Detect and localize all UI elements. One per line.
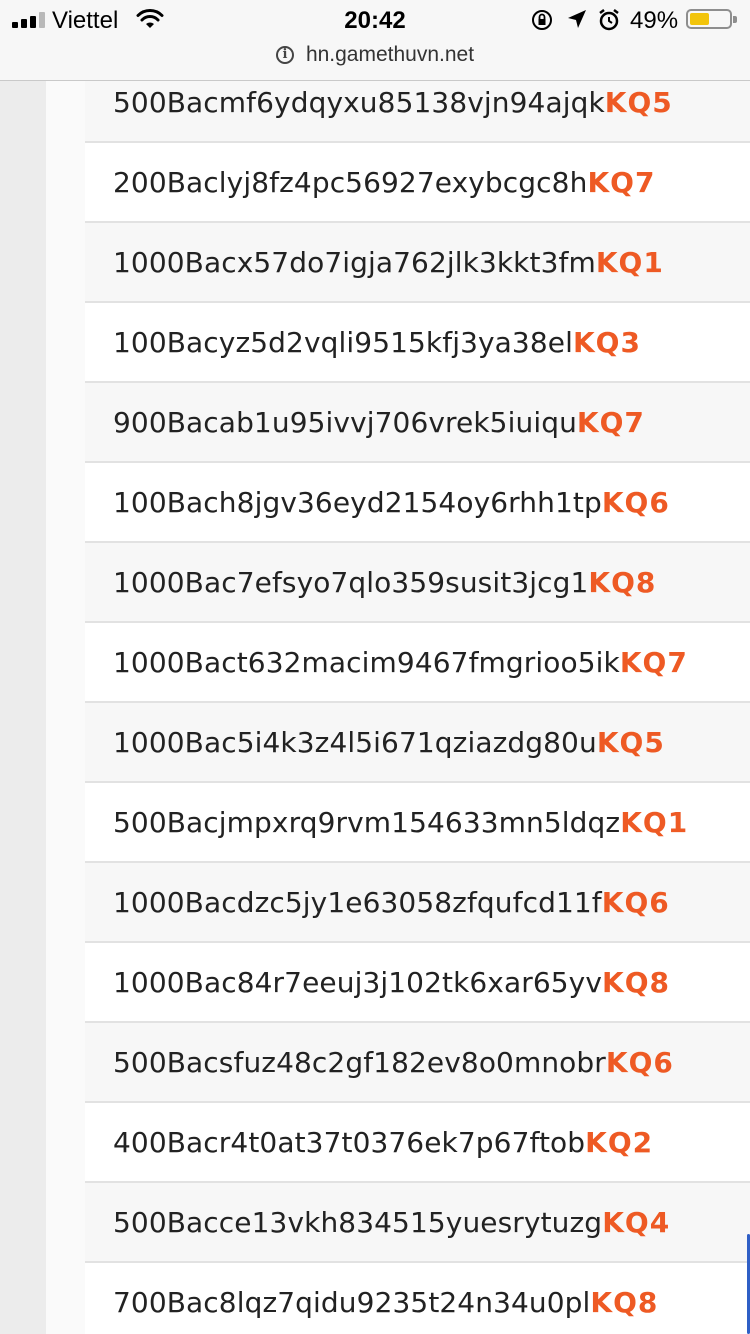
code-text: 100Bach8jgv36eyd2154oy6rhh1tp	[113, 485, 602, 519]
result-tag: KQ2	[585, 1125, 654, 1159]
list-item: 1000Bact632macim9467fmgrioo5ik KQ7	[85, 623, 750, 703]
result-tag: KQ4	[602, 1205, 671, 1239]
battery-icon	[686, 9, 737, 29]
list-item: 1000Bacx57do7igja762jlk3kkt3fm KQ1	[85, 223, 750, 303]
result-tag: KQ8	[588, 565, 657, 599]
result-tag: KQ7	[576, 405, 645, 439]
location-arrow-icon	[568, 10, 586, 28]
code-text: 500Bacsfuz48c2gf182ev8o0mnobr	[113, 1045, 606, 1079]
code-text: 200Baclyj8fz4pc56927exybcgc8h	[113, 165, 588, 199]
code-text: 100Bacyz5d2vqli9515kfj3ya38el	[113, 325, 573, 359]
result-tag: KQ6	[601, 885, 670, 919]
result-tag: KQ5	[604, 85, 673, 119]
list-item: 200Baclyj8fz4pc56927exybcgc8h KQ7	[85, 143, 750, 223]
list-item: 1000Bacdzc5jy1e63058zfqufcd11f KQ6	[85, 863, 750, 943]
alarm-icon	[599, 9, 619, 31]
list-item: 1000Bac5i4k3z4l5i671qziazdg80u KQ5	[85, 703, 750, 783]
code-list: 500Bacmf6ydqyxu85138vjn94ajqk KQ5 200Bacly…	[85, 81, 750, 1334]
code-text: 1000Bacx57do7igja762jlk3kkt3fm	[113, 245, 596, 279]
list-item: 400Bacr4t0at37t0376ek7p67ftob KQ2	[85, 1103, 750, 1183]
info-icon[interactable]: i	[275, 46, 294, 64]
code-text: 1000Bac5i4k3z4l5i671qziazdg80u	[113, 725, 597, 759]
code-text: 400Bacr4t0at37t0376ek7p67ftob	[113, 1125, 586, 1159]
result-tag: KQ6	[605, 1045, 674, 1079]
code-text: 1000Bac7efsyo7qlo359susit3jcg1	[113, 565, 589, 599]
code-text: 500Bacjmpxrq9rvm154633mn5ldqz	[113, 805, 621, 839]
address-bar[interactable]: i hn.gamethuvn.net	[0, 40, 750, 81]
result-tag: KQ8	[590, 1285, 659, 1319]
orientation-lock-icon	[532, 10, 552, 30]
battery-percentage: 49%	[630, 7, 679, 34]
code-text: 500Bacce13vkh834515yuesrytuzg	[113, 1205, 603, 1239]
result-tag: KQ7	[619, 645, 688, 679]
code-text: 900Bacab1u95ivvj706vrek5iuiqu	[113, 405, 577, 439]
list-item: 500Bacsfuz48c2gf182ev8o0mnobr KQ6	[85, 1023, 750, 1103]
list-item: 100Bach8jgv36eyd2154oy6rhh1tp KQ6	[85, 463, 750, 543]
address-url[interactable]: hn.gamethuvn.net	[306, 43, 474, 67]
list-item: 500Bacce13vkh834515yuesrytuzg KQ4	[85, 1183, 750, 1263]
list-item: 1000Bac7efsyo7qlo359susit3jcg1 KQ8	[85, 543, 750, 623]
result-tag: KQ3	[572, 325, 641, 359]
list-item: 500Bacjmpxrq9rvm154633mn5ldqz KQ1	[85, 783, 750, 863]
code-text: 1000Bact632macim9467fmgrioo5ik	[113, 645, 620, 679]
code-text: 1000Bac84r7eeuj3j102tk6xar65yv	[113, 965, 603, 999]
page-content: 500Bacmf6ydqyxu85138vjn94ajqk KQ5 200Bacly…	[0, 81, 750, 1334]
list-item: 1000Bac84r7eeuj3j102tk6xar65yv KQ8	[85, 943, 750, 1023]
list-item: 900Bacab1u95ivvj706vrek5iuiqu KQ7	[85, 383, 750, 463]
result-tag: KQ6	[601, 485, 670, 519]
result-tag: KQ1	[620, 805, 689, 839]
result-tag: KQ7	[587, 165, 656, 199]
code-text: 500Bacmf6ydqyxu85138vjn94ajqk	[113, 85, 605, 119]
status-bar: Viettel 20:42 49%	[0, 0, 750, 40]
list-item: 700Bac8lqz7qidu9235t24n34u0pl KQ8	[85, 1263, 750, 1334]
code-text: 700Bac8lqz7qidu9235t24n34u0pl	[113, 1285, 591, 1319]
result-tag: KQ1	[595, 245, 664, 279]
result-tag: KQ8	[602, 965, 670, 999]
left-margin	[0, 81, 46, 1334]
list-item: 100Bacyz5d2vqli9515kfj3ya38el KQ3	[85, 303, 750, 383]
list-item: 500Bacmf6ydqyxu85138vjn94ajqk KQ5	[85, 81, 750, 143]
code-text: 1000Bacdzc5jy1e63058zfqufcd11f	[113, 885, 602, 919]
result-tag: KQ5	[596, 725, 665, 759]
